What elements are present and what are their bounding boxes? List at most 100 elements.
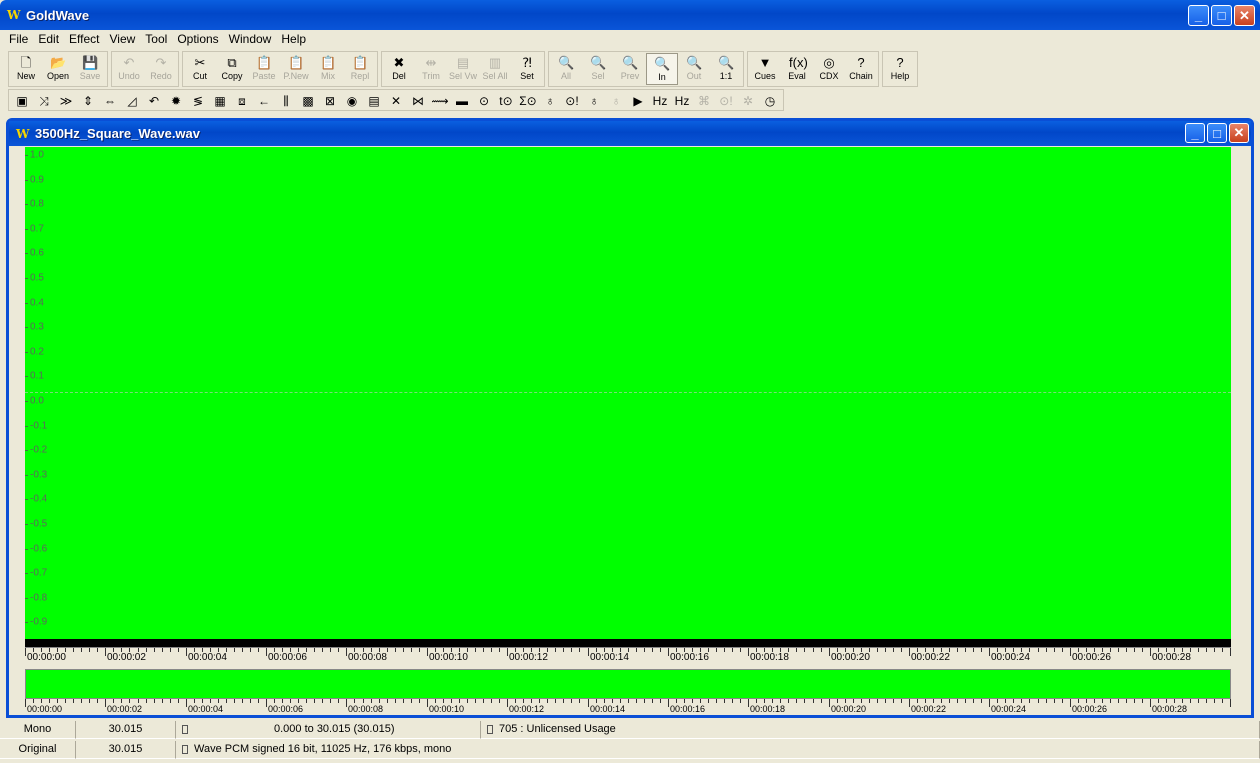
toolbar-group: ? Help — [882, 51, 918, 87]
document-close-button[interactable]: ✕ — [1229, 123, 1249, 143]
menu-edit[interactable]: Edit — [33, 32, 64, 46]
all-button[interactable]: 🔍 All — [550, 53, 582, 85]
effect-channel-icon[interactable]: ≫ — [55, 91, 77, 111]
effect-pitch-icon[interactable]: ≶ — [187, 91, 209, 111]
prev-button[interactable]: 🔍 Prev — [614, 53, 646, 85]
waveform-display[interactable]: 1.0 0.9 0.8 0.7 0.6 0.5 0.4 0.3 0.2 0.1 0.0 -0.1 -0.… — [25, 147, 1231, 639]
cues-button[interactable]: ▼ Cues — [749, 53, 781, 85]
replace-icon: 📋 — [352, 55, 369, 70]
effect-filter-icon[interactable]: ⧈ — [231, 91, 253, 111]
effect-offset-icon[interactable]: ← — [253, 91, 275, 111]
time-tick — [371, 699, 372, 703]
effect-multiband-icon[interactable]: ▤ — [363, 91, 385, 111]
effect-resample-icon[interactable]: ♁ — [539, 91, 561, 111]
effect-expand-icon[interactable]: ⇕ — [77, 91, 99, 111]
time-tick — [965, 699, 966, 703]
undo-button[interactable]: ↶ Undo — [113, 53, 145, 85]
sel-all-button[interactable]: ▥ Sel All — [479, 53, 511, 85]
document-minimize-button[interactable]: _ — [1185, 123, 1205, 143]
help-button[interactable]: ? Help — [884, 53, 916, 85]
effect-spectrum-icon[interactable]: ▩ — [297, 91, 319, 111]
mix-button[interactable]: 📋 Mix — [312, 53, 344, 85]
document-maximize-button[interactable]: □ — [1207, 123, 1227, 143]
redo-button[interactable]: ↷ Redo — [145, 53, 177, 85]
del-button[interactable]: ✖ Del — [383, 53, 415, 85]
menu-view[interactable]: View — [105, 32, 141, 46]
effect-reverb-icon[interactable]: ✕ — [385, 91, 407, 111]
effect-vocal-icon[interactable]: ✲ — [737, 91, 759, 111]
effect-hz-icon[interactable]: Hz — [649, 91, 671, 111]
time-tick — [796, 648, 797, 652]
effect-timer-icon[interactable]: ◷ — [759, 91, 781, 111]
chain-button[interactable]: ? Chain — [845, 53, 877, 85]
status-row-2: Original 30.015 Wave PCM signed 16 bit, … — [0, 741, 1260, 759]
close-button[interactable]: ✕ — [1234, 5, 1255, 26]
app-title: GoldWave — [26, 7, 90, 23]
menu-tool[interactable]: Tool — [140, 32, 172, 46]
open-button[interactable]: 📂 Open — [42, 53, 74, 85]
effect-playback-rate-icon[interactable]: ⊙ — [473, 91, 495, 111]
effect-hz-wave-icon[interactable]: Hz — [671, 91, 693, 111]
time-label: 00:00:06 — [268, 652, 307, 663]
paste-button[interactable]: 📋 Paste — [248, 53, 280, 85]
effect-declick-icon[interactable]: ⊠ — [319, 91, 341, 111]
eval-button[interactable]: f(x) Eval — [781, 53, 813, 85]
set-button[interactable]: ⁈ Set — [511, 53, 543, 85]
overview-waveform[interactable] — [25, 669, 1231, 699]
app-title-bar[interactable]: W GoldWave _ □ ✕ — [0, 0, 1260, 30]
menu-options[interactable]: Options — [172, 32, 223, 46]
sel-vw-button[interactable]: ▤ Sel Vw — [447, 53, 479, 85]
effect-stereo-icon[interactable]: ⌘ — [693, 91, 715, 111]
effect-silence-icon[interactable]: ⊙! — [561, 91, 583, 111]
effect-alarm-icon[interactable]: ⊙! — [715, 91, 737, 111]
time-tick — [732, 699, 733, 703]
effect-parametric-icon[interactable]: ⫼ — [275, 91, 297, 111]
effect-time-warp-icon[interactable]: ♁ — [583, 91, 605, 111]
effect-shape-icon[interactable]: Σ⊙ — [517, 91, 539, 111]
effect-rainbow-icon[interactable]: ▬ — [451, 91, 473, 111]
out-button[interactable]: 🔍 Out — [678, 53, 710, 85]
effect-echo-icon[interactable]: ⋈ — [407, 91, 429, 111]
effect-compress-icon[interactable]: ⇔ — [99, 91, 121, 111]
time-tick — [869, 699, 870, 703]
menu-window[interactable]: Window — [224, 32, 277, 46]
time-tick — [1021, 699, 1022, 703]
effect-invert-icon[interactable]: ↶ — [143, 91, 165, 111]
repl-button[interactable]: 📋 Repl — [344, 53, 376, 85]
new-button[interactable]: 🗋 New — [10, 53, 42, 85]
time-tick — [81, 699, 82, 703]
effect-swap-icon[interactable]: ⤨ — [33, 91, 55, 111]
effect-noise-icon[interactable]: ✹ — [165, 91, 187, 111]
time-tick — [65, 699, 66, 703]
document-title-bar[interactable]: W 3500Hz_Square_Wave.wav _ □ ✕ — [9, 121, 1251, 146]
effect-noise-reduction-icon[interactable]: ◉ — [341, 91, 363, 111]
time-label: 00:00:04 — [188, 652, 227, 663]
effect-doppler-icon[interactable]: ⟿ — [429, 91, 451, 111]
minimize-button[interactable]: _ — [1188, 5, 1209, 26]
time-tick — [41, 699, 42, 703]
menu-file[interactable]: File — [4, 32, 33, 46]
p-new-button[interactable]: 📋 P.New — [280, 53, 312, 85]
menu-help[interactable]: Help — [276, 32, 311, 46]
effect-auto-gain-icon[interactable]: ▣ — [11, 91, 33, 111]
save-button[interactable]: 💾 Save — [74, 53, 106, 85]
menu-effect[interactable]: Effect — [64, 32, 104, 46]
effect-mech-icon[interactable]: ♁ — [605, 91, 627, 111]
effect-equalizer-icon[interactable]: ▦ — [209, 91, 231, 111]
maximize-button[interactable]: □ — [1211, 5, 1232, 26]
sel-button[interactable]: 🔍 Sel — [582, 53, 614, 85]
1-1-button[interactable]: 🔍 1:1 — [710, 53, 742, 85]
time-tick — [756, 699, 757, 703]
effect-play-icon[interactable]: ▶ — [627, 91, 649, 111]
time-tick — [740, 699, 741, 703]
status-channels: Mono — [0, 721, 76, 739]
cdx-button[interactable]: ◎ CDX — [813, 53, 845, 85]
in-button[interactable]: 🔍 In — [646, 53, 678, 85]
copy-button[interactable]: ⧉ Copy — [216, 53, 248, 85]
time-tick — [1118, 699, 1119, 703]
effect-fade-icon[interactable]: ◿ — [121, 91, 143, 111]
trim-button[interactable]: ⇹ Trim — [415, 53, 447, 85]
cut-button[interactable]: ✂ Cut — [184, 53, 216, 85]
effect-volume-icon[interactable]: t⊙ — [495, 91, 517, 111]
y-axis-label: 0.5 — [30, 272, 44, 284]
